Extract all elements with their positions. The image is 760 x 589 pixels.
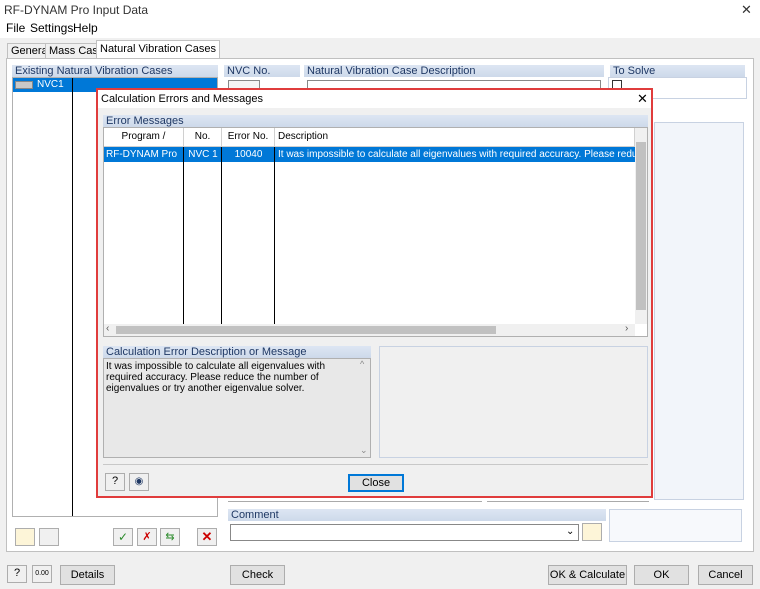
select-all-icon[interactable]: ✓ (113, 528, 133, 546)
swap-icon[interactable]: ⇆ (160, 528, 180, 546)
col-header-no[interactable]: No. (184, 128, 222, 146)
comment-header: Comment (228, 509, 606, 521)
error-messages-header: Error Messages (103, 115, 648, 127)
comment-dropdown-icon[interactable]: ⌄ (566, 526, 574, 537)
dialog-footer-divider (103, 464, 648, 465)
deselect-all-icon[interactable]: ✗ (137, 528, 157, 546)
error-description-box: It was impossible to calculate all eigen… (103, 358, 371, 458)
desc-scroll-up-icon[interactable]: ^ (360, 359, 364, 369)
error-dialog: Calculation Errors and Messages ✕ Error … (96, 88, 653, 498)
dialog-title-bar: Calculation Errors and Messages ✕ (98, 90, 651, 108)
window-title: RF-DYNAM Pro Input Data (4, 3, 149, 17)
col-header-error-no[interactable]: Error No. (222, 128, 275, 146)
menu-bar: File Settings Help (0, 20, 760, 38)
scroll-left-icon[interactable]: ‹ (106, 323, 109, 334)
horizontal-scrollbar[interactable]: ‹ › (104, 323, 635, 336)
error-table: Program / Module No. Error No. Descripti… (103, 127, 648, 337)
horizontal-scroll-thumb[interactable] (116, 326, 496, 334)
dialog-title: Calculation Errors and Messages (101, 93, 264, 105)
error-description-header: Calculation Error Description or Message (103, 346, 371, 358)
title-bar: RF-DYNAM Pro Input Data ✕ (0, 0, 760, 20)
col-divider (183, 147, 184, 325)
col-header-program[interactable]: Program / Module (104, 128, 184, 160)
list-item-label: NVC1 (37, 79, 64, 90)
cell-error-no: 10040 (234, 149, 263, 160)
error-preview-panel (379, 346, 648, 458)
description-header: Natural Vibration Case Description (304, 65, 604, 77)
delete-icon[interactable]: ✕ (197, 528, 217, 546)
col-header-description[interactable]: Description (275, 128, 635, 146)
desc-scrollbar[interactable]: ^ ⌄ (358, 359, 370, 457)
error-description-text: It was impossible to calculate all eigen… (106, 361, 325, 394)
comment-library-icon[interactable] (582, 523, 602, 541)
list-divider (72, 78, 73, 516)
to-solve-header: To Solve (610, 65, 745, 77)
scroll-right-icon[interactable]: › (625, 323, 628, 334)
cell-description: It was impossible to calculate all eigen… (278, 149, 635, 160)
comment-input[interactable] (230, 524, 579, 541)
left-panel-header: Existing Natural Vibration Cases (12, 65, 218, 77)
check-button[interactable]: Check (230, 565, 285, 585)
help-icon[interactable]: ? (7, 565, 27, 583)
cell-program: RF-DYNAM Pro (106, 149, 178, 160)
units-icon[interactable]: 0.00 (32, 565, 52, 583)
dialog-close-button[interactable]: Close (348, 474, 404, 492)
vertical-scroll-thumb[interactable] (636, 142, 646, 310)
details-button[interactable]: Details (60, 565, 115, 585)
menu-file[interactable]: File (6, 21, 25, 35)
dialog-view-icon[interactable]: ◉ (129, 473, 149, 491)
tab-nvc[interactable]: Natural Vibration Cases (96, 40, 220, 58)
window-close-icon[interactable]: ✕ (741, 2, 752, 18)
ok-calculate-button[interactable]: OK & Calculate (548, 565, 627, 585)
cancel-button[interactable]: Cancel (698, 565, 753, 585)
col-divider (221, 147, 222, 325)
col-divider (274, 147, 275, 325)
dialog-close-icon[interactable]: ✕ (637, 91, 648, 107)
right-settings-panel (654, 122, 744, 500)
copy-nvc-icon[interactable] (39, 528, 59, 546)
ok-button[interactable]: OK (634, 565, 689, 585)
menu-settings[interactable]: Settings (30, 21, 73, 35)
vertical-scrollbar[interactable] (635, 128, 647, 324)
nvc-no-header: NVC No. (224, 65, 300, 77)
new-nvc-icon[interactable] (15, 528, 35, 546)
desc-scroll-down-icon[interactable]: ⌄ (360, 445, 368, 456)
dialog-help-icon[interactable]: ? (105, 473, 125, 491)
comment-aux-panel (609, 509, 742, 542)
nvc-swatch (15, 81, 33, 89)
cell-no: NVC 1 (188, 149, 218, 160)
menu-help[interactable]: Help (73, 21, 98, 35)
